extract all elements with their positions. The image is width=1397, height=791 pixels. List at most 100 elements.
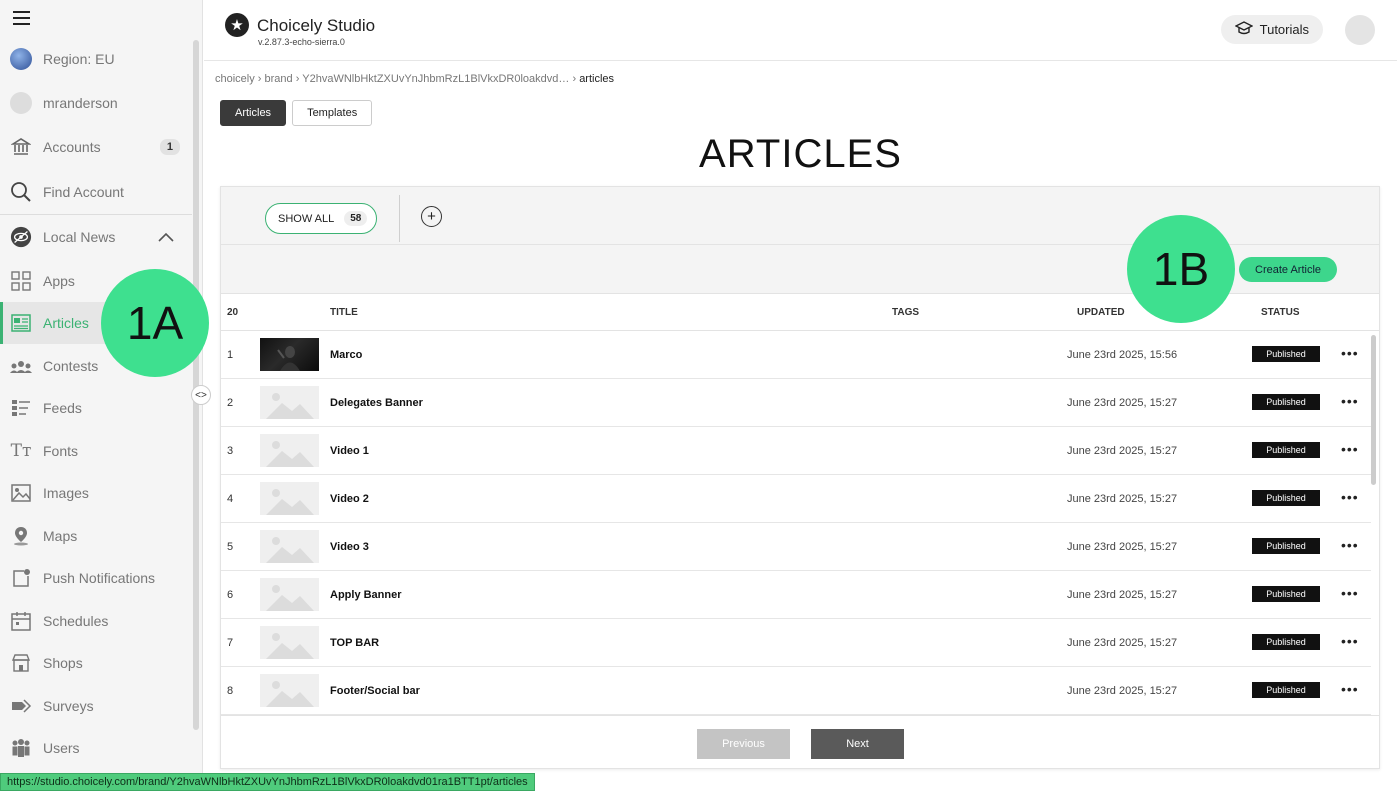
article-updated: June 23rd 2025, 15:27 (1067, 445, 1178, 457)
sidebar-item-push-notifications[interactable]: Push Notifications (0, 557, 192, 599)
sidebar-item-label: Maps (43, 528, 78, 544)
breadcrumb-item[interactable]: Y2hvaWNlbHktZXUvYnJhbmRzL1BlVkxDR0loakdv… (302, 73, 569, 85)
article-title[interactable]: Footer/Social bar (330, 685, 420, 697)
table-row[interactable]: 1 Marco June 23rd 2025, 15:56 Published … (221, 331, 1371, 379)
more-options-icon[interactable]: ••• (1341, 489, 1359, 505)
sidebar: Region: EU mranderson Accounts 1 Find Ac… (0, 0, 203, 791)
sidebar-item-label: Articles (43, 315, 89, 331)
article-title[interactable]: Apply Banner (330, 589, 402, 601)
previous-page-button[interactable]: Previous (697, 729, 790, 759)
more-options-icon[interactable]: ••• (1341, 393, 1359, 409)
sidebar-item-fonts[interactable]: Tт Fonts (0, 430, 192, 472)
article-updated: June 23rd 2025, 15:27 (1067, 685, 1178, 697)
article-title[interactable]: Video 1 (330, 445, 369, 457)
article-title[interactable]: TOP BAR (330, 637, 379, 649)
tab-bar: Articles Templates (220, 100, 373, 126)
next-page-button[interactable]: Next (811, 729, 904, 759)
sidebar-item-label: Schedules (43, 613, 109, 629)
show-all-filter[interactable]: SHOW ALL 58 (265, 203, 378, 234)
tab-templates[interactable]: Templates (292, 100, 373, 126)
table-row[interactable]: 3 Video 1 June 23rd 2025, 15:27 Publishe… (221, 427, 1371, 475)
article-updated: June 23rd 2025, 15:27 (1067, 541, 1178, 553)
sidebar-item-users[interactable]: Users (0, 727, 192, 769)
article-title[interactable]: Marco (330, 349, 362, 361)
article-title[interactable]: Video 3 (330, 541, 369, 553)
more-options-icon[interactable]: ••• (1341, 633, 1359, 649)
status-badge: Published (1252, 634, 1320, 650)
filter-divider (399, 195, 400, 242)
placeholder-image-icon (260, 626, 319, 659)
more-options-icon[interactable]: ••• (1341, 585, 1359, 601)
breadcrumb-item[interactable]: choicely (215, 73, 255, 85)
avatar[interactable] (1345, 15, 1375, 45)
create-article-button[interactable]: Create Article (1239, 257, 1338, 282)
sidebar-item-images[interactable]: Images (0, 472, 192, 514)
more-options-icon[interactable]: ••• (1341, 441, 1359, 457)
tags-column-header[interactable]: TAGS (892, 307, 919, 318)
sidebar-item-label: Feeds (43, 400, 82, 416)
row-count-header: 20 (227, 307, 239, 318)
article-icon (10, 312, 32, 334)
sidebar-section-local-news[interactable]: Local News (0, 216, 192, 258)
sidebar-item-surveys[interactable]: Surveys (0, 685, 192, 727)
sidebar-item-schedules[interactable]: Schedules (0, 600, 192, 642)
sidebar-item-shops[interactable]: Shops (0, 642, 192, 684)
chevron-up-icon[interactable] (158, 229, 174, 245)
updated-column-header[interactable]: UPDATED (1077, 307, 1125, 318)
globe-icon (10, 48, 32, 70)
calendar-icon (10, 610, 32, 632)
contest-icon (10, 355, 32, 377)
tab-articles[interactable]: Articles (220, 100, 287, 126)
show-all-label: SHOW ALL (278, 212, 335, 225)
sidebar-item-maps[interactable]: Maps (0, 515, 192, 557)
sidebar-collapse-toggle[interactable]: <> (191, 385, 211, 405)
accounts-count-badge: 1 (159, 139, 180, 155)
shop-icon (10, 652, 32, 674)
placeholder-image-icon (260, 674, 319, 707)
row-number: 6 (227, 589, 234, 601)
article-updated: June 23rd 2025, 15:27 (1067, 637, 1178, 649)
more-options-icon[interactable]: ••• (1341, 345, 1359, 361)
placeholder-image-icon (260, 434, 319, 467)
font-icon: Tт (10, 441, 32, 461)
article-title[interactable]: Delegates Banner (330, 397, 423, 409)
table-row[interactable]: 7 TOP BAR June 23rd 2025, 15:27 Publishe… (221, 619, 1371, 667)
table-scrollbar[interactable] (1371, 335, 1376, 485)
tutorials-label: Tutorials (1259, 22, 1309, 37)
breadcrumb-item[interactable]: brand (265, 73, 293, 85)
placeholder-image-icon (260, 482, 319, 515)
status-url-bar: https://studio.choicely.com/brand/Y2hvaW… (0, 773, 535, 791)
sidebar-item-label: Images (43, 485, 89, 501)
top-bar: ★ Choicely Studio v.2.87.3-echo-sierra.0… (204, 0, 1397, 61)
articles-table-body: 1 Marco June 23rd 2025, 15:56 Published … (221, 331, 1371, 715)
table-row[interactable]: 2 Delegates Banner June 23rd 2025, 15:27… (221, 379, 1371, 427)
table-row[interactable]: 8 Footer/Social bar June 23rd 2025, 15:2… (221, 667, 1371, 715)
region-selector[interactable]: Region: EU (0, 38, 192, 80)
table-row[interactable]: 4 Video 2 June 23rd 2025, 15:27 Publishe… (221, 475, 1371, 523)
hamburger-menu-icon[interactable] (13, 11, 30, 25)
sidebar-item-label: Apps (43, 273, 75, 289)
grid-icon (10, 270, 32, 292)
table-row[interactable]: 6 Apply Banner June 23rd 2025, 15:27 Pub… (221, 571, 1371, 619)
more-options-icon[interactable]: ••• (1341, 537, 1359, 553)
placeholder-image-icon (260, 578, 319, 611)
tutorials-button[interactable]: Tutorials (1220, 15, 1323, 44)
table-row[interactable]: 5 Video 3 June 23rd 2025, 15:27 Publishe… (221, 523, 1371, 571)
bank-icon (10, 136, 32, 158)
breadcrumb: choicely › brand › Y2hvaWNlbHktZXUvYnJhb… (215, 73, 615, 85)
status-badge: Published (1252, 346, 1320, 362)
callout-1b: 1B (1127, 215, 1235, 323)
status-badge: Published (1252, 682, 1320, 698)
sidebar-item-accounts[interactable]: Accounts 1 (0, 126, 192, 168)
add-filter-icon[interactable]: + (421, 206, 442, 227)
user-menu[interactable]: mranderson (0, 82, 192, 124)
article-title[interactable]: Video 2 (330, 493, 369, 505)
row-number: 7 (227, 637, 234, 649)
sidebar-item-label: Users (43, 740, 80, 756)
status-column-header[interactable]: STATUS (1261, 307, 1300, 318)
more-options-icon[interactable]: ••• (1341, 681, 1359, 697)
status-badge: Published (1252, 442, 1320, 458)
sidebar-item-feeds[interactable]: Feeds (0, 387, 192, 429)
sidebar-item-find-account[interactable]: Find Account (0, 171, 192, 213)
title-column-header[interactable]: TITLE (330, 307, 358, 318)
